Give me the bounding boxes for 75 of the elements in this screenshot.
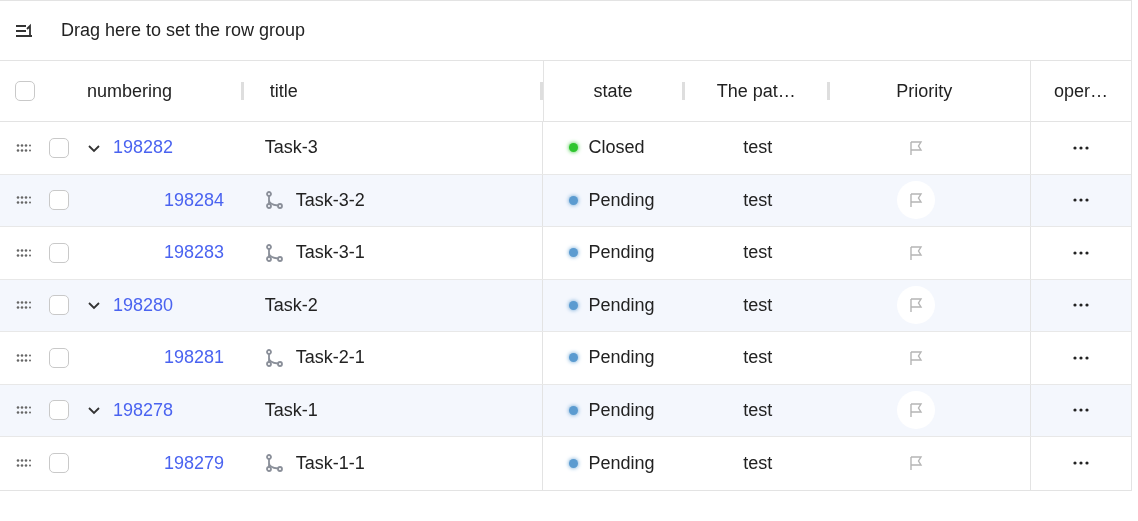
task-title: Task-3-1 bbox=[295, 241, 365, 265]
flag-icon bbox=[908, 192, 925, 209]
drag-handle-icon[interactable] bbox=[16, 301, 31, 310]
checkbox[interactable] bbox=[49, 242, 69, 263]
task-number-link[interactable]: 198280 bbox=[113, 291, 174, 319]
task-number-link[interactable]: 198278 bbox=[113, 396, 174, 424]
more-icon[interactable] bbox=[1073, 145, 1090, 150]
flag-icon bbox=[908, 244, 925, 261]
checkbox[interactable] bbox=[49, 137, 69, 158]
column-header[interactable]: numbering bbox=[87, 77, 241, 105]
status-label: Pending bbox=[588, 241, 655, 265]
more-icon[interactable] bbox=[1073, 250, 1090, 255]
subtask-branch-icon bbox=[264, 191, 283, 210]
flag-icon bbox=[908, 349, 925, 366]
column-header[interactable]: state bbox=[543, 77, 683, 105]
table-row[interactable]: 198282 Task-3 Closed test bbox=[0, 122, 1131, 175]
more-icon[interactable] bbox=[1073, 408, 1090, 413]
status-label: Pending bbox=[588, 188, 655, 212]
more-icon[interactable] bbox=[1073, 355, 1090, 360]
task-number-link[interactable]: 198284 bbox=[164, 186, 225, 214]
more-icon[interactable] bbox=[1073, 198, 1090, 203]
task-title: Task-1 bbox=[264, 398, 318, 422]
drag-handle-icon[interactable] bbox=[16, 196, 31, 205]
row-group-hint: Drag here to set the row group bbox=[61, 19, 306, 42]
path-text: test bbox=[743, 136, 773, 160]
status-label: Pending bbox=[588, 398, 655, 422]
drag-handle-icon[interactable] bbox=[16, 143, 31, 152]
table-row[interactable]: 198284 Task-3-2 Pending test bbox=[0, 174, 1131, 227]
group-sort-icon[interactable] bbox=[15, 22, 35, 39]
table-row[interactable]: 198280 Task-2 Pending test bbox=[0, 279, 1131, 332]
subtask-branch-icon bbox=[264, 243, 283, 262]
subtask-branch-icon bbox=[264, 348, 283, 367]
table-row[interactable]: 198283 Task-3-1 Pending test bbox=[0, 227, 1131, 280]
drag-handle-icon[interactable] bbox=[16, 248, 31, 257]
checkbox[interactable] bbox=[49, 190, 69, 211]
column-header[interactable]: oper… bbox=[1031, 77, 1131, 105]
column-header[interactable]: title bbox=[269, 77, 540, 105]
path-text: test bbox=[743, 188, 773, 212]
flag-icon bbox=[908, 402, 925, 419]
drag-handle-icon[interactable] bbox=[16, 353, 31, 362]
task-title: Task-2 bbox=[264, 293, 318, 317]
status-label: Pending bbox=[588, 346, 655, 370]
task-number-link[interactable]: 198282 bbox=[113, 134, 174, 162]
path-text: test bbox=[743, 241, 773, 265]
status-label: Pending bbox=[588, 293, 655, 317]
flag-icon bbox=[908, 139, 925, 156]
drag-handle-icon[interactable] bbox=[16, 406, 31, 415]
task-title: Task-2-1 bbox=[295, 346, 365, 370]
status-label: Closed bbox=[588, 136, 645, 160]
task-title: Task-3 bbox=[264, 136, 318, 160]
checkbox[interactable] bbox=[15, 81, 35, 101]
checkbox[interactable] bbox=[49, 400, 69, 421]
path-text: test bbox=[743, 451, 773, 475]
flag-icon bbox=[908, 455, 925, 472]
path-text: test bbox=[743, 293, 773, 317]
more-icon[interactable] bbox=[1073, 303, 1090, 308]
checkbox[interactable] bbox=[49, 295, 69, 316]
path-text: test bbox=[743, 398, 773, 422]
column-header[interactable]: The pat… bbox=[685, 77, 828, 105]
status-label: Pending bbox=[588, 451, 655, 475]
checkbox[interactable] bbox=[49, 347, 69, 368]
table-row[interactable]: 198278 Task-1 Pending test bbox=[0, 384, 1131, 437]
task-number-link[interactable]: 198283 bbox=[164, 239, 225, 267]
task-number-link[interactable]: 198281 bbox=[164, 344, 225, 372]
column-header[interactable]: Priority bbox=[830, 77, 1019, 105]
task-number-link[interactable]: 198279 bbox=[164, 449, 225, 477]
drag-handle-icon[interactable] bbox=[16, 459, 31, 468]
path-text: test bbox=[743, 346, 773, 370]
more-icon[interactable] bbox=[1073, 461, 1090, 466]
flag-icon bbox=[908, 297, 925, 314]
task-title: Task-1-1 bbox=[295, 451, 365, 475]
checkbox[interactable] bbox=[49, 453, 69, 474]
task-title: Task-3-2 bbox=[295, 188, 365, 212]
subtask-branch-icon bbox=[264, 454, 283, 473]
table-row[interactable]: 198281 Task-2-1 Pending test bbox=[0, 332, 1131, 385]
